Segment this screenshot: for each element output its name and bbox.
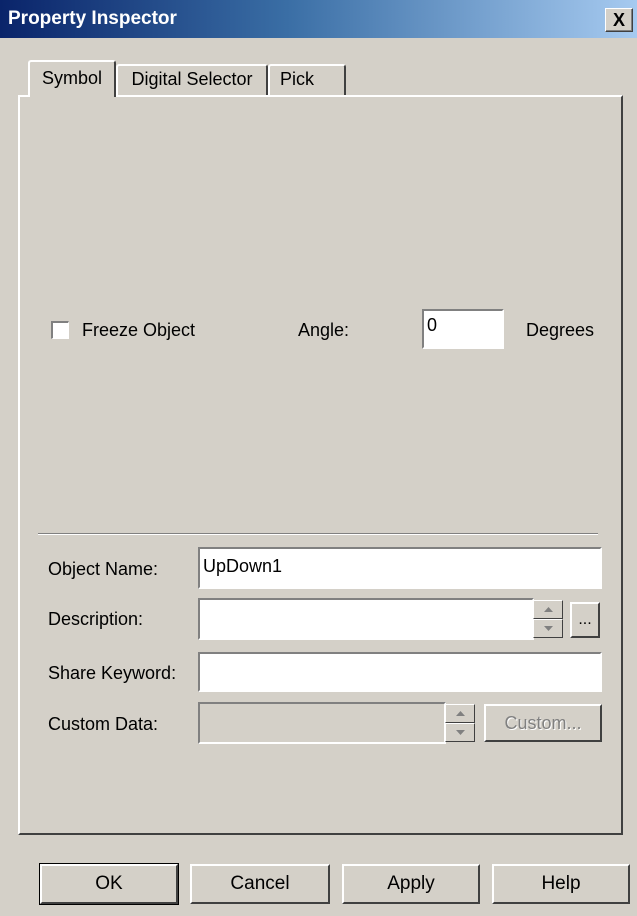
custom-spin-down-button[interactable]	[445, 723, 475, 742]
angle-label: Angle:	[298, 320, 350, 340]
degrees-label: Degrees	[526, 320, 595, 340]
freeze-object-label[interactable]: Freeze Object	[82, 320, 195, 341]
down-arrow-icon	[543, 626, 553, 631]
property-inspector-dialog: Property Inspector X Symbol Digital Sele…	[0, 0, 637, 916]
tab-pick[interactable]: Pick	[268, 64, 346, 95]
spin-down-button[interactable]	[533, 619, 563, 638]
freeze-object-checkbox[interactable]	[51, 321, 69, 339]
ok-button[interactable]: OK	[39, 863, 179, 905]
description-spinner[interactable]	[533, 600, 563, 638]
tab-symbol[interactable]: Symbol	[28, 60, 116, 97]
up-arrow-icon	[455, 711, 465, 716]
share-keyword-label: Share Keyword:	[48, 663, 177, 683]
description-input[interactable]	[198, 598, 534, 640]
down-arrow-icon	[455, 730, 465, 735]
description-browse-button[interactable]: ...	[570, 602, 600, 638]
cancel-button[interactable]: Cancel	[190, 864, 330, 904]
window-title: Property Inspector	[8, 8, 177, 29]
close-icon[interactable]: X	[613, 11, 625, 29]
object-name-label: Object Name:	[48, 559, 159, 579]
help-button[interactable]: Help	[492, 864, 630, 904]
apply-button[interactable]: Apply	[342, 864, 480, 904]
custom-spin-up-button[interactable]	[445, 704, 475, 723]
spin-up-button[interactable]	[533, 600, 563, 619]
custom-data-input[interactable]	[198, 702, 446, 744]
separator	[38, 533, 598, 535]
close-button[interactable]: X	[605, 8, 633, 32]
angle-input[interactable]: 0	[422, 309, 504, 349]
description-label: Description:	[48, 609, 144, 629]
title-bar[interactable]: Property Inspector X	[0, 0, 637, 38]
custom-data-label: Custom Data:	[48, 714, 159, 734]
object-name-input[interactable]: UpDown1	[198, 547, 602, 589]
share-keyword-input[interactable]	[198, 652, 602, 692]
custom-button[interactable]: Custom...	[484, 704, 602, 742]
custom-data-spinner[interactable]	[445, 704, 475, 742]
tab-digital-selector[interactable]: Digital Selector	[116, 64, 268, 95]
up-arrow-icon	[543, 607, 553, 612]
